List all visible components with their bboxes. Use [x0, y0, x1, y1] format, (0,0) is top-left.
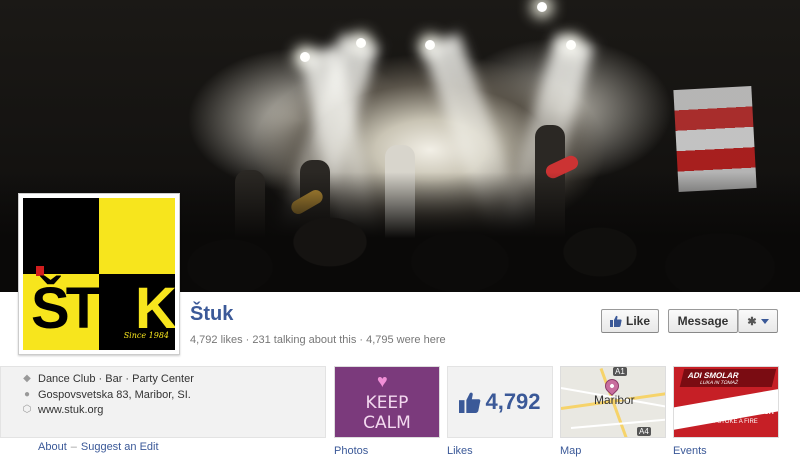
thumbs-up-icon [609, 315, 622, 327]
stuk-logo: ŠTUK Since 1984 [23, 198, 175, 350]
link-icon: ⬡ [22, 404, 32, 415]
logo-wordmark: ŠTUK [31, 276, 175, 341]
location-pin-icon: ● [23, 389, 31, 400]
events-app-label[interactable]: Events [673, 445, 707, 457]
photos-app-label[interactable]: Photos [334, 445, 368, 457]
map-app-tile[interactable]: A1 A4 Maribor [560, 366, 666, 438]
like-button[interactable]: Like [601, 309, 659, 333]
page-title[interactable]: Štuk [190, 303, 233, 326]
message-button[interactable]: Message [668, 309, 738, 333]
about-links: About – Suggest an Edit [38, 441, 159, 453]
page-stats: 4,792 likes · 231 talking about this · 4… [190, 334, 446, 346]
thumbs-up-icon [459, 392, 481, 413]
map-road-label-a4: A4 [637, 427, 651, 436]
keep-calm-text: KEEP CALM [363, 393, 411, 433]
event-poster-line-2: LUKA IN TOMAŽ [699, 380, 739, 386]
about-category: ◆ Dance Club · Bar · Party Center [23, 373, 194, 385]
tag-icon: ◆ [23, 373, 31, 384]
event-poster-line-4: I YS. I / STOKE A FIRE [696, 419, 758, 425]
about-website[interactable]: ⬡ www.stuk.org [22, 404, 104, 416]
map-road-label-a1: A1 [613, 367, 627, 376]
events-app-tile[interactable]: ADI SMOLAR LUKA IN TOMAŽ ALICE BLUE / WY… [673, 366, 779, 438]
heart-icon: ♥ [377, 371, 388, 391]
about-address: ● Gospovsvetska 83, Maribor, SI. [23, 389, 191, 401]
map-town-label: Maribor [594, 393, 635, 407]
message-label: Message [677, 314, 729, 328]
about-link[interactable]: About [38, 441, 67, 453]
map-app-label[interactable]: Map [560, 445, 581, 457]
likes-app-tile[interactable]: 4,792 [447, 366, 553, 438]
gear-icon: ✱ [747, 315, 757, 328]
likes-app-label[interactable]: Likes [447, 445, 473, 457]
event-poster-line-3: ALICE BLUE / WYLESH [696, 409, 774, 416]
suggest-edit-link[interactable]: Suggest an Edit [81, 441, 159, 453]
about-separator: – [70, 441, 77, 453]
stage-light [537, 2, 547, 12]
like-label: Like [625, 314, 650, 328]
profile-picture[interactable]: ŠTUK Since 1984 [18, 193, 180, 355]
settings-dropdown-button[interactable]: ✱ [738, 309, 778, 333]
photos-app-tile[interactable]: ♥ KEEP CALM [334, 366, 440, 438]
likes-count: 4,792 [485, 389, 541, 414]
logo-caron [36, 266, 44, 276]
logo-since: Since 1984 [123, 331, 169, 340]
event-poster-line-1: ADI SMOLAR [686, 371, 740, 380]
caret-down-icon [760, 318, 769, 324]
